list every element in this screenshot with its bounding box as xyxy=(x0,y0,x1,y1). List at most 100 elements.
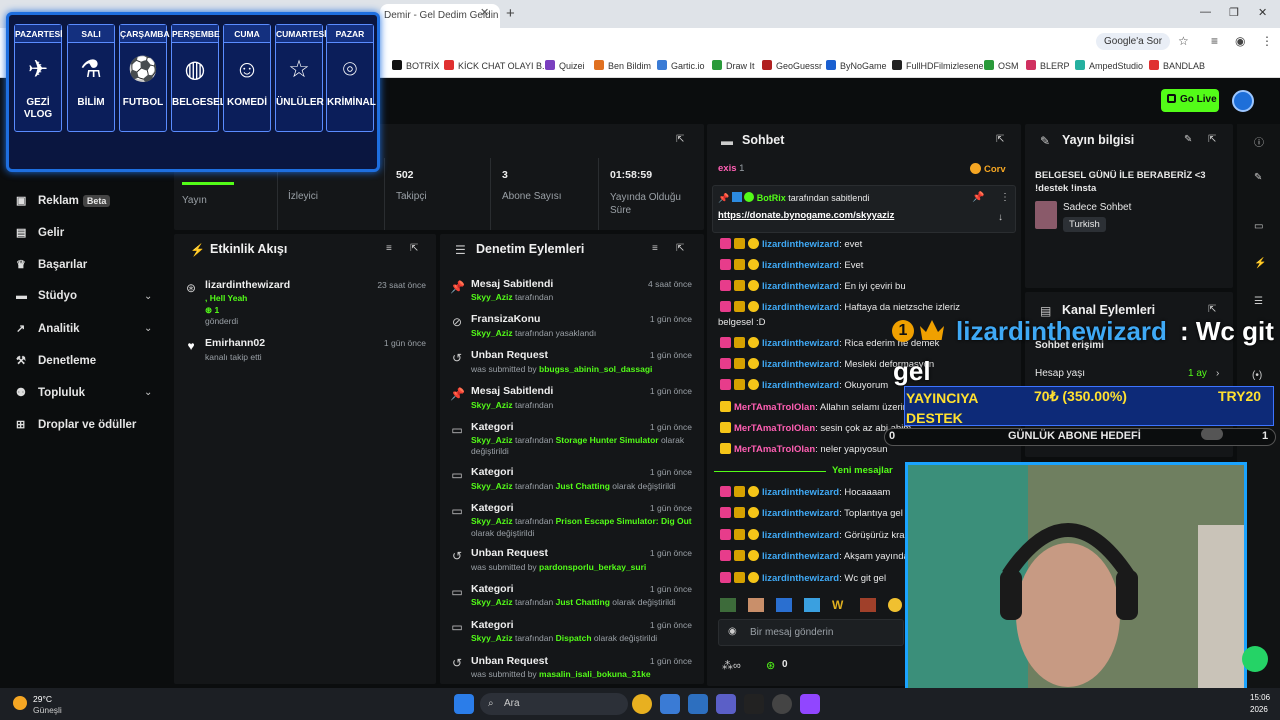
stat-tab-izleyici[interactable]: İzleyici xyxy=(288,191,318,202)
chat-message[interactable]: lizardinthewizard: Wc git gel xyxy=(720,572,886,586)
bookmark-item[interactable]: GeoGuessr xyxy=(762,60,822,71)
chrome-icon[interactable] xyxy=(632,694,652,714)
sidebar-item-analitik[interactable]: ↗ Analitik xyxy=(16,322,80,342)
sidebar-item-denetleme[interactable]: ⚒ Denetleme xyxy=(16,354,96,374)
clock-time[interactable]: 15:06 xyxy=(1250,693,1270,702)
popout-icon[interactable]: ⇱ xyxy=(676,243,684,254)
stat-tab-abone[interactable]: Abone Sayısı xyxy=(502,191,561,202)
chevron-down-icon[interactable]: ⌄ xyxy=(144,387,152,398)
popout-icon[interactable]: ⇱ xyxy=(1208,134,1216,145)
close-window-icon[interactable]: ✕ xyxy=(1258,6,1267,19)
chevron-right-icon[interactable]: › xyxy=(1216,368,1219,379)
popout-icon[interactable]: ⇱ xyxy=(996,134,1004,145)
stat-tab-yayin[interactable]: Yayın xyxy=(182,195,207,206)
chat-message[interactable]: lizardinthewizard: Toplantıya gel xyxy=(720,507,903,521)
taskbar-app-icon[interactable] xyxy=(688,694,708,714)
google-ask-button[interactable]: Google'a Sor xyxy=(1096,33,1171,50)
chat-message[interactable]: lizardinthewizard: En iyi çeviri bu xyxy=(720,280,906,294)
new-tab-icon[interactable]: + xyxy=(506,5,515,22)
bookmark-item[interactable]: BANDLAB xyxy=(1149,60,1205,71)
filter-icon[interactable]: ≡ xyxy=(386,243,392,254)
bookmark-star-icon[interactable]: ☆ xyxy=(1178,34,1189,48)
sidebar-item-studyo[interactable]: ▬ Stüdyo xyxy=(16,290,77,310)
chevron-down-icon[interactable]: ⌄ xyxy=(144,323,152,334)
windows-start-icon[interactable] xyxy=(454,694,474,714)
bookmark-item[interactable]: Gartic.io xyxy=(657,60,705,71)
pin-icon[interactable]: 📌 xyxy=(972,192,984,203)
minimize-icon[interactable]: — xyxy=(1200,6,1211,18)
bookmark-item[interactable]: OSM xyxy=(984,60,1019,71)
close-tab-icon[interactable]: ✕ xyxy=(480,6,489,19)
chat-message[interactable]: lizardinthewizard: Haftaya da nietzsche … xyxy=(720,301,960,315)
filter-icon[interactable]: ≡ xyxy=(652,243,658,254)
chat-message[interactable]: lizardinthewizard: Akşam yayında xyxy=(720,550,909,564)
pinned-link[interactable]: https://donate.bynogame.com/skyyaziz xyxy=(718,210,894,221)
sidebar-item-basarilar[interactable]: ♛ Başarılar xyxy=(16,258,87,278)
tab-search-icon[interactable]: ≡ xyxy=(1211,34,1218,48)
expand-down-icon[interactable]: ↓ xyxy=(998,212,1003,223)
teams-icon[interactable] xyxy=(716,694,736,714)
sidebar-item-topluluk[interactable]: ⚉ Topluluk xyxy=(16,386,85,406)
bookmark-item[interactable]: BOTRİX xyxy=(392,60,440,71)
emote[interactable]: W xyxy=(832,598,848,612)
taskbar-search[interactable]: Ara xyxy=(480,693,628,715)
bookmark-item[interactable]: ByNoGame xyxy=(826,60,887,71)
emote[interactable] xyxy=(860,598,876,612)
emote[interactable] xyxy=(720,598,736,612)
lightning-icon[interactable]: ⚡ xyxy=(1254,258,1266,269)
stat-tab-takipci[interactable]: Takipçi xyxy=(396,191,427,202)
restore-icon[interactable]: ❐ xyxy=(1229,6,1239,19)
chevron-down-icon[interactable]: ⌄ xyxy=(144,291,152,302)
chat-message[interactable]: MerTAmaTrolOlan: sesin çok az abi abim xyxy=(720,422,911,436)
sidebar-item-gelir[interactable]: ▤ Gelir xyxy=(16,226,64,246)
video-icon[interactable]: ▭ xyxy=(1254,221,1263,232)
users-icon[interactable]: ⁂∞ xyxy=(722,659,741,672)
bookmark-item[interactable]: Ben Bildim xyxy=(594,60,651,71)
popout-icon[interactable]: ⇱ xyxy=(1208,304,1216,315)
emote[interactable] xyxy=(888,598,902,612)
weather-sun-icon[interactable] xyxy=(13,696,27,710)
chat-message[interactable]: MerTAmaTrolOlan: neler yapıyosun xyxy=(720,443,887,457)
activity-user[interactable]: Emirhann02 xyxy=(205,337,265,349)
more-icon[interactable]: ⋮ xyxy=(1000,192,1010,203)
bookmark-item[interactable]: Draw It xyxy=(712,60,755,71)
sidebar-item-droplar[interactable]: ⊞ Droplar ve ödüller xyxy=(16,418,136,438)
edit-icon[interactable]: ✎ xyxy=(1184,134,1192,145)
pencil-icon[interactable]: ✎ xyxy=(1254,172,1262,183)
emote[interactable] xyxy=(804,598,820,612)
stat-tab-sure[interactable]: Yayında Olduğu Süre xyxy=(610,191,700,217)
profile-icon[interactable]: ◉ xyxy=(1235,34,1245,48)
epic-games-icon[interactable] xyxy=(744,694,764,714)
bookmark-item[interactable]: AmpedStudio xyxy=(1075,60,1143,71)
info-icon[interactable]: ⓘ xyxy=(1254,134,1264,149)
bookmark-item[interactable]: Quizei xyxy=(545,60,585,71)
chat-message[interactable]: lizardinthewizard: Okuyorum xyxy=(720,379,888,393)
weather-temp[interactable]: 29°C xyxy=(33,694,52,704)
bookmark-item[interactable]: BLERP xyxy=(1026,60,1070,71)
taskbar-app-icon[interactable] xyxy=(660,694,680,714)
popout-icon[interactable]: ⇱ xyxy=(676,134,684,145)
emote[interactable] xyxy=(748,598,764,612)
sidebar-item-reklam[interactable]: ▣ Reklam Beta xyxy=(16,194,111,214)
obs-icon[interactable] xyxy=(772,694,792,714)
popout-icon[interactable]: ⇱ xyxy=(410,243,418,254)
user-avatar[interactable] xyxy=(1232,90,1254,112)
bookmark-item[interactable]: KİCK CHAT OLAYI B... xyxy=(444,60,550,71)
whatsapp-icon[interactable] xyxy=(1242,646,1268,672)
chat-message[interactable]: lizardinthewizard: Hocaaaam xyxy=(720,486,890,500)
broadcast-icon[interactable]: (•) xyxy=(1252,370,1262,381)
chat-message[interactable]: lizardinthewizard: evet xyxy=(720,238,862,252)
list-icon[interactable]: ☰ xyxy=(1254,296,1263,307)
bookmark-item[interactable]: FullHDFilmizlesene xyxy=(892,60,984,71)
go-live-button[interactable]: Go Live xyxy=(1161,89,1219,112)
emote[interactable] xyxy=(776,598,792,612)
taskbar-app-icon[interactable] xyxy=(800,694,820,714)
chat-top-user[interactable]: exis 1 xyxy=(718,163,744,174)
activity-user[interactable]: lizardinthewizard xyxy=(205,279,290,291)
toggle-switch[interactable] xyxy=(1201,428,1223,440)
account-age-value[interactable]: 1 ay xyxy=(1188,368,1207,379)
chat-message[interactable]: lizardinthewizard: Görüşürüz kral xyxy=(720,529,907,543)
chat-top-right[interactable]: Corv xyxy=(970,163,1006,175)
browser-menu-icon[interactable]: ⋮ xyxy=(1261,34,1273,48)
chat-message[interactable]: lizardinthewizard: Evet xyxy=(720,259,863,273)
